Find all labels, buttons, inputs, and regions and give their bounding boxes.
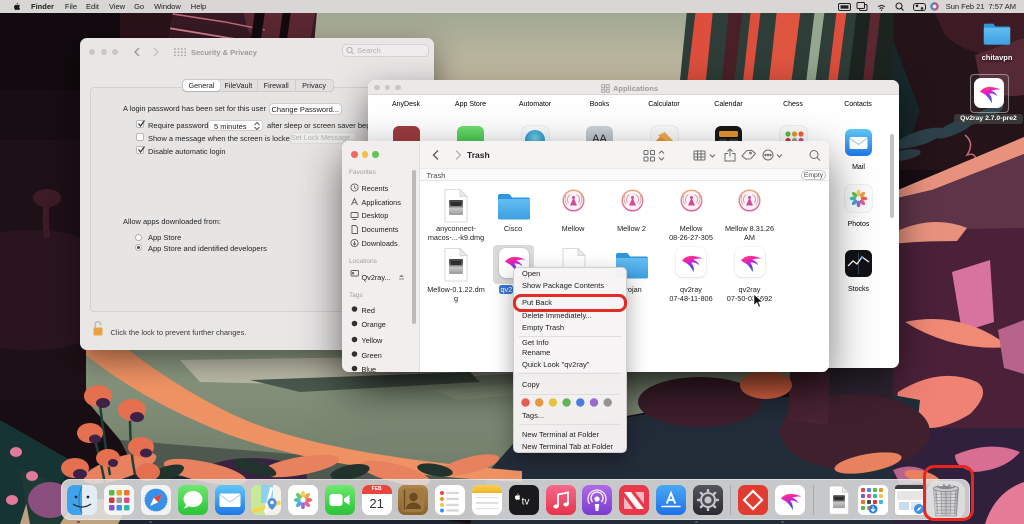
svg-text:tv: tv (521, 496, 529, 507)
svg-text:Search: Search (357, 46, 381, 55)
